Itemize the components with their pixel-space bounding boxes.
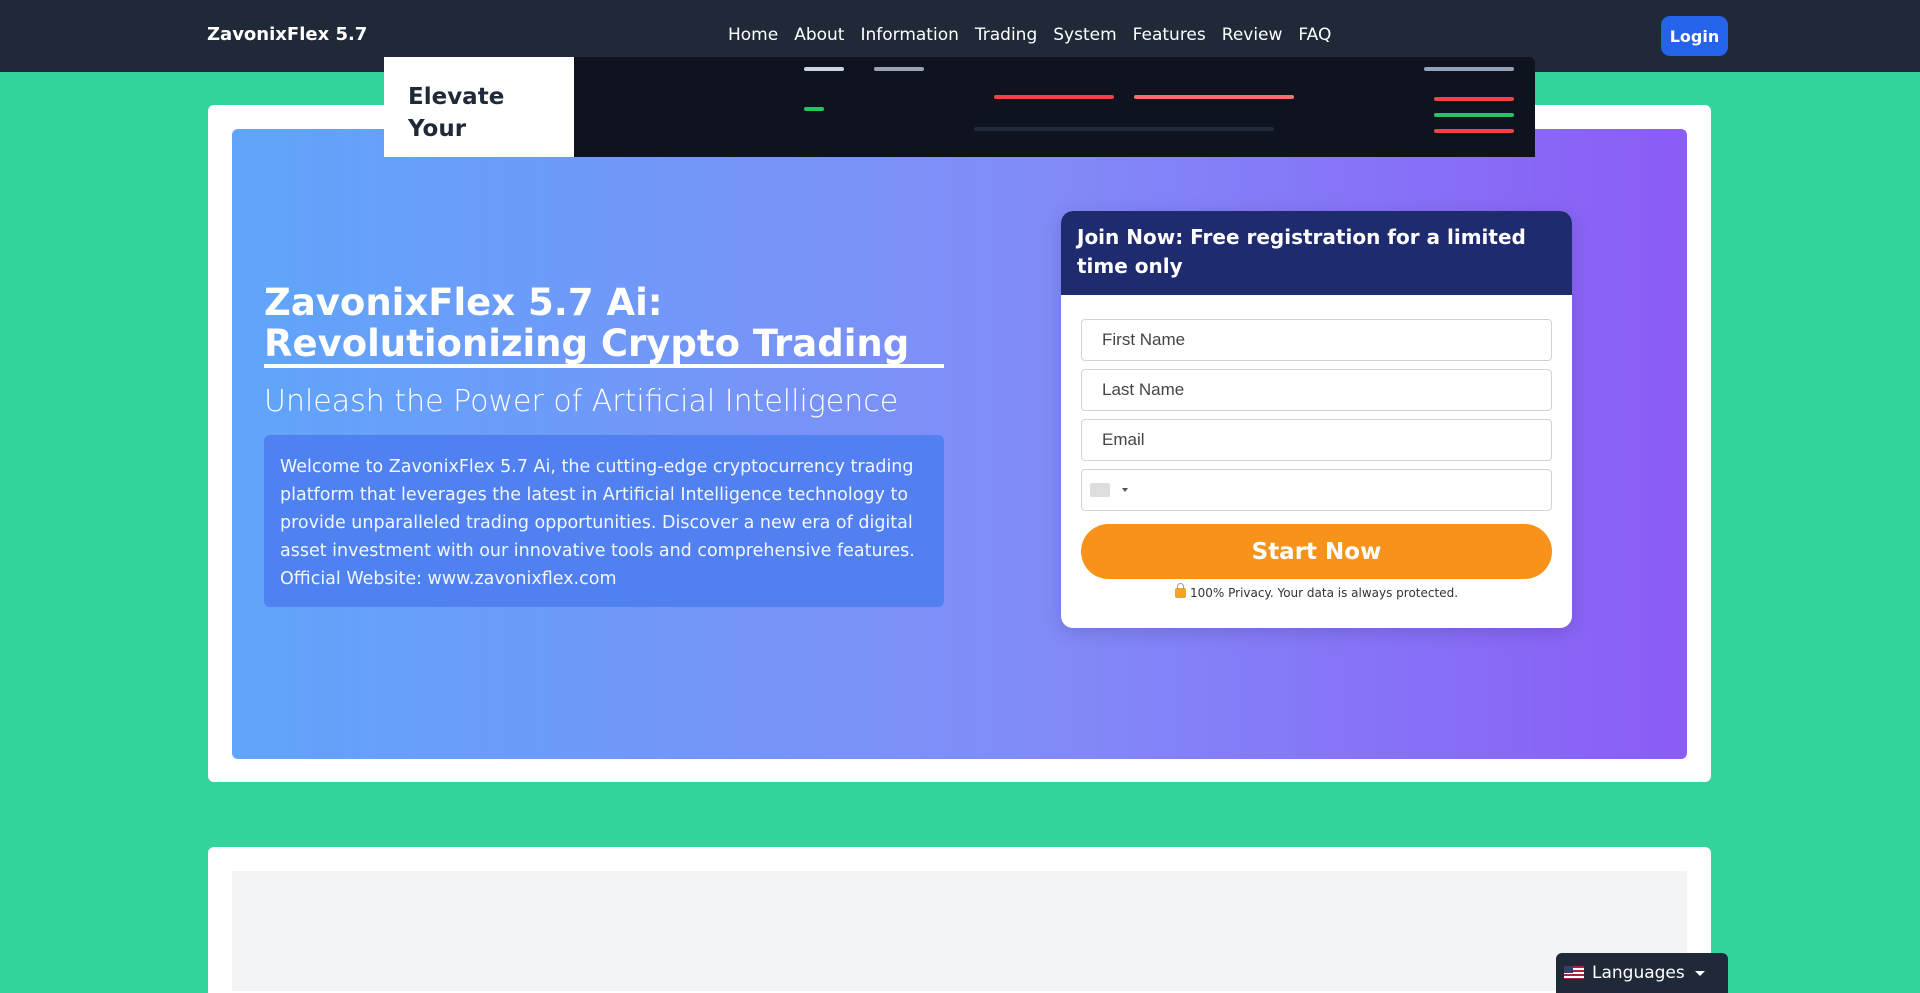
lock-icon: [1174, 583, 1186, 598]
form-heading: Join Now: Free registration for a limite…: [1061, 211, 1572, 295]
nav-link-trading[interactable]: Trading: [975, 25, 1037, 45]
language-label: Languages: [1592, 963, 1685, 983]
main-nav: Home About Information Trading System Fe…: [728, 25, 1347, 45]
nav-link-information[interactable]: Information: [860, 25, 958, 45]
email-field[interactable]: Email: [1081, 419, 1552, 461]
start-now-button[interactable]: Start Now: [1081, 524, 1552, 579]
phone-field[interactable]: [1081, 469, 1552, 511]
nav-link-review[interactable]: Review: [1222, 25, 1283, 45]
nav-link-system[interactable]: System: [1053, 25, 1116, 45]
trading-screen-image: [574, 57, 1535, 157]
country-flag-icon[interactable]: [1090, 483, 1110, 497]
us-flag-icon: [1564, 966, 1584, 979]
first-name-field[interactable]: First Name: [1081, 319, 1552, 361]
nav-link-about[interactable]: About: [794, 25, 844, 45]
hero-title: ZavonixFlex 5.7 Ai: Revolutionizing Cryp…: [264, 282, 944, 368]
chevron-down-icon[interactable]: [1122, 488, 1128, 492]
hero-banner: ZavonixFlex 5.7 Ai: Revolutionizing Cryp…: [232, 129, 1687, 759]
language-selector[interactable]: Languages: [1556, 953, 1728, 993]
section-title: Elevate Your: [408, 84, 505, 142]
registration-form: Join Now: Free registration for a limite…: [1061, 211, 1572, 628]
last-name-field[interactable]: Last Name: [1081, 369, 1552, 411]
second-card: [208, 847, 1711, 993]
hero-subtitle: Unleash the Power of Artificial Intellig…: [264, 384, 899, 419]
hero-description: Welcome to ZavonixFlex 5.7 Ai, the cutti…: [264, 435, 944, 607]
chevron-down-icon: [1694, 971, 1705, 976]
nav-link-features[interactable]: Features: [1133, 25, 1206, 45]
elevate-panel: Elevate Your: [384, 57, 574, 157]
second-section-bg: [232, 871, 1687, 991]
hero-card: ZavonixFlex 5.7 Ai: Revolutionizing Cryp…: [208, 105, 1711, 782]
nav-link-home[interactable]: Home: [728, 25, 778, 45]
login-button[interactable]: Login: [1661, 16, 1728, 56]
nav-link-faq[interactable]: FAQ: [1298, 25, 1331, 45]
privacy-text: 100% Privacy. Your data is always protec…: [1189, 586, 1459, 600]
privacy-note: 100% Privacy. Your data is always protec…: [1061, 583, 1572, 600]
brand-logo-text[interactable]: ZavonixFlex 5.7: [207, 24, 367, 45]
